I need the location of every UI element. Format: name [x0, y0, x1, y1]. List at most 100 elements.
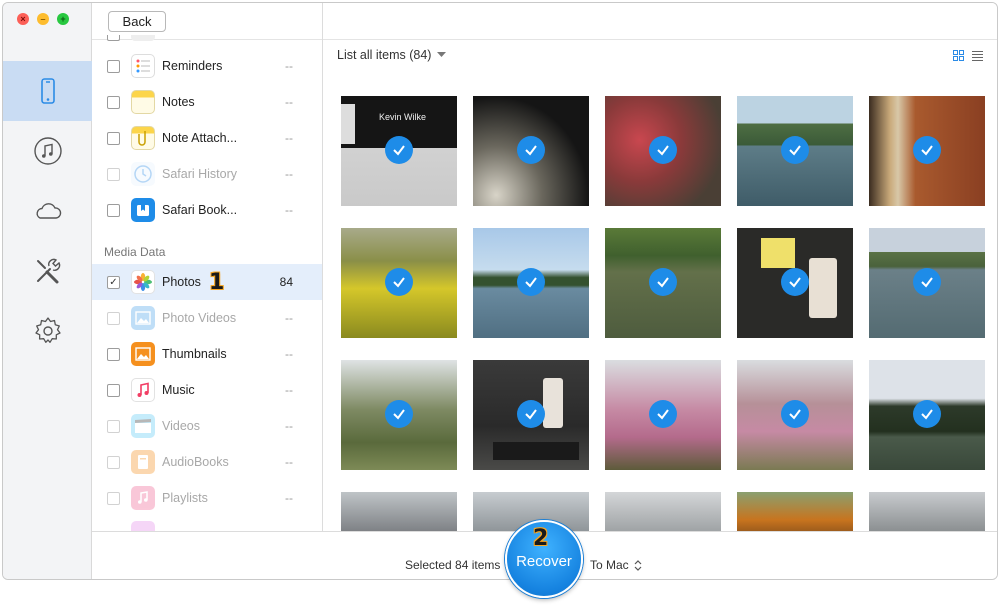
checkbox[interactable]	[107, 131, 120, 145]
notes-icon	[131, 90, 155, 114]
category-label: Videos	[162, 419, 200, 433]
category-label: Music	[162, 383, 195, 397]
category-row-music[interactable]: Music --	[92, 372, 322, 408]
selected-check-icon[interactable]	[517, 400, 545, 428]
photo-thumbnail[interactable]	[341, 492, 457, 531]
rail-tools-tab[interactable]	[3, 241, 92, 301]
grid-view-icon[interactable]	[953, 50, 964, 61]
list-view-icon[interactable]	[972, 50, 983, 61]
selected-check-icon[interactable]	[385, 400, 413, 428]
destination-selector[interactable]: To Mac	[590, 558, 642, 572]
category-row-videos[interactable]: Videos --	[92, 408, 322, 444]
checkbox[interactable]	[107, 59, 120, 73]
checkbox[interactable]	[107, 383, 120, 397]
category-row-safari-bookmarks[interactable]: Safari Book... --	[92, 192, 322, 228]
device-icon	[40, 78, 55, 104]
rail-settings-tab[interactable]	[3, 301, 92, 361]
thumbnails-icon	[131, 342, 155, 366]
photo-thumbnail[interactable]	[737, 228, 853, 338]
photo-thumbnail[interactable]	[605, 492, 721, 531]
selected-check-icon[interactable]	[781, 268, 809, 296]
selected-check-icon[interactable]	[913, 268, 941, 296]
partial-icon	[131, 35, 155, 41]
selected-check-icon[interactable]	[781, 400, 809, 428]
category-label: Notes	[162, 95, 195, 109]
photo-thumbnail[interactable]	[869, 360, 985, 470]
photo-thumbnail[interactable]	[473, 228, 589, 338]
category-row-photos[interactable]: ✓ Photos 1 84	[92, 264, 322, 300]
category-count: --	[285, 59, 293, 73]
rail-device-tab[interactable]	[3, 61, 92, 121]
note-attachments-icon	[131, 126, 155, 150]
photo-caption: Kevin Wilke	[379, 112, 427, 122]
category-label: AudioBooks	[162, 455, 229, 469]
selected-check-icon[interactable]	[781, 136, 809, 164]
photo-thumbnail[interactable]	[473, 96, 589, 206]
photo-thumbnail[interactable]	[605, 96, 721, 206]
photo-thumbnail[interactable]	[869, 492, 985, 531]
category-row-photo-videos[interactable]: Photo Videos --	[92, 300, 322, 336]
photo-thumbnail[interactable]	[737, 96, 853, 206]
safari-bookmarks-icon	[131, 198, 155, 222]
checkbox[interactable]	[107, 95, 120, 109]
selected-check-icon[interactable]	[913, 136, 941, 164]
checkbox[interactable]	[107, 491, 120, 505]
checkbox[interactable]	[107, 455, 120, 469]
category-row-note-attachments[interactable]: Note Attach... --	[92, 120, 322, 156]
playlists-icon	[131, 486, 155, 510]
list-all-items-dropdown[interactable]: List all items (84)	[337, 48, 447, 62]
category-row-reminders[interactable]: Reminders --	[92, 48, 322, 84]
category-count: --	[285, 383, 293, 397]
selected-check-icon[interactable]	[385, 268, 413, 296]
photo-thumbnail[interactable]	[341, 360, 457, 470]
destination-label: To Mac	[590, 558, 629, 572]
rail-music-tab[interactable]	[3, 121, 92, 181]
left-rail: × – +	[3, 3, 92, 579]
photo-thumbnail[interactable]	[341, 228, 457, 338]
audiobooks-icon	[131, 450, 155, 474]
category-label: Safari Book...	[162, 203, 238, 217]
selected-check-icon[interactable]	[517, 136, 545, 164]
category-label: Photo Videos	[162, 311, 237, 325]
selected-check-icon[interactable]	[385, 136, 413, 164]
back-button[interactable]: Back	[108, 11, 166, 32]
photo-thumbnail[interactable]	[605, 360, 721, 470]
checkbox[interactable]	[107, 203, 120, 217]
category-count: --	[285, 491, 293, 505]
checkbox[interactable]	[107, 347, 120, 361]
category-row-playlists[interactable]: Playlists --	[92, 480, 322, 516]
category-row-audiobooks[interactable]: AudioBooks --	[92, 444, 322, 480]
photo-thumbnail[interactable]	[473, 360, 589, 470]
step-2-marker: 2	[533, 526, 549, 551]
photo-thumbnail[interactable]	[869, 96, 985, 206]
content-divider	[323, 39, 997, 40]
category-row-thumbnails[interactable]: Thumbnails --	[92, 336, 322, 372]
rail-cloud-tab[interactable]	[3, 181, 92, 241]
selected-check-icon[interactable]	[649, 268, 677, 296]
photos-icon	[131, 270, 155, 294]
photo-thumbnail[interactable]	[869, 228, 985, 338]
category-label: Playlists	[162, 491, 208, 505]
category-count: --	[285, 311, 293, 325]
zoom-window-button[interactable]: +	[57, 13, 69, 25]
selected-check-icon[interactable]	[913, 400, 941, 428]
selected-check-icon[interactable]	[649, 136, 677, 164]
checkbox[interactable]	[107, 311, 120, 325]
safari-history-icon	[131, 162, 155, 186]
minimize-window-button[interactable]: –	[37, 13, 49, 25]
checkbox[interactable]	[107, 419, 120, 433]
category-row-notes[interactable]: Notes --	[92, 84, 322, 120]
photo-thumbnail[interactable]	[737, 360, 853, 470]
close-window-button[interactable]: ×	[17, 13, 29, 25]
selected-check-icon[interactable]	[649, 400, 677, 428]
photo-thumbnail[interactable]	[737, 492, 853, 531]
photo-thumbnail[interactable]	[605, 228, 721, 338]
selected-check-icon[interactable]	[517, 268, 545, 296]
partial-icon	[131, 521, 155, 531]
category-row-safari-history[interactable]: Safari History --	[92, 156, 322, 192]
media-data-section-label: Media Data	[104, 245, 166, 259]
step-1-marker: 1	[209, 270, 225, 295]
checkbox[interactable]	[107, 167, 120, 181]
checkbox-checked[interactable]: ✓	[107, 275, 120, 289]
photo-thumbnail[interactable]: Kevin Wilke	[341, 96, 457, 206]
